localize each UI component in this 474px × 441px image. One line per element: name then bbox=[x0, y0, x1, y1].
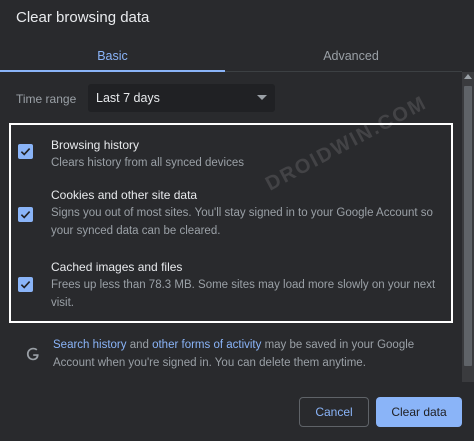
cookies-checkbox[interactable] bbox=[18, 207, 33, 222]
clear-data-button[interactable]: Clear data bbox=[376, 397, 462, 427]
other-activity-link[interactable]: other forms of activity bbox=[152, 339, 261, 351]
info-text: Search history and other forms of activi… bbox=[53, 336, 458, 372]
tab-bar: Basic Advanced bbox=[0, 40, 462, 72]
cancel-button[interactable]: Cancel bbox=[299, 397, 369, 427]
option-title: Cookies and other site data bbox=[51, 188, 198, 202]
time-range-value: Last 7 days bbox=[96, 91, 160, 105]
info-text-part: and bbox=[126, 339, 153, 351]
browsing-history-checkbox[interactable] bbox=[18, 144, 33, 159]
checkmark-icon bbox=[20, 211, 31, 219]
time-range-select[interactable]: Last 7 days bbox=[88, 84, 275, 112]
option-description: Frees up less than 78.3 MB. Some sites m… bbox=[51, 279, 436, 309]
checkmark-icon bbox=[20, 148, 31, 156]
time-range-label: Time range bbox=[16, 92, 77, 106]
option-description: Clears history from all synced devices bbox=[51, 157, 245, 169]
options-highlight-box: Browsing history Clears history from all… bbox=[9, 123, 453, 323]
activity-info-notice: Search history and other forms of activi… bbox=[16, 334, 460, 374]
option-title: Cached images and files bbox=[51, 260, 183, 274]
dialog-title: Clear browsing data bbox=[16, 9, 150, 26]
selected-tab-indicator bbox=[0, 70, 225, 72]
checkmark-icon bbox=[20, 281, 31, 289]
cached-images-checkbox[interactable] bbox=[18, 277, 33, 292]
option-description: Signs you out of most sites. You'll stay… bbox=[51, 207, 433, 237]
search-history-link[interactable]: Search history bbox=[53, 339, 127, 351]
tab-advanced[interactable]: Advanced bbox=[238, 40, 464, 72]
clear-browsing-data-dialog: Clear browsing data Basic Advanced Time … bbox=[0, 0, 474, 441]
scrollbar[interactable] bbox=[462, 72, 474, 382]
option-title: Browsing history bbox=[51, 138, 140, 152]
scrollbar-thumb[interactable] bbox=[464, 86, 472, 366]
dropdown-arrow-icon bbox=[257, 95, 267, 100]
scroll-up-icon[interactable] bbox=[464, 74, 472, 79]
tab-basic[interactable]: Basic bbox=[0, 40, 225, 72]
google-g-icon bbox=[26, 347, 39, 361]
